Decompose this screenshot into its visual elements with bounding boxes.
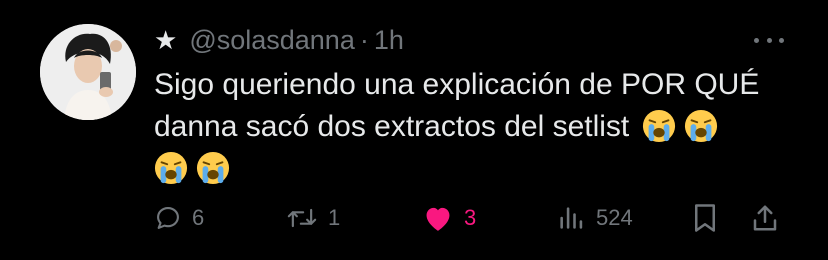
avatar[interactable] <box>40 24 136 120</box>
heart-filled-icon <box>426 207 450 231</box>
share-icon <box>753 205 777 231</box>
tweet-header: ★ @solasdanna · 1h <box>154 24 404 56</box>
view-count: 524 <box>596 205 633 230</box>
like-count: 3 <box>464 205 477 230</box>
crying-face-emoji-icon <box>154 151 188 185</box>
tweet-text: Sigo queriendo una explicación de POR QU… <box>154 64 794 190</box>
crying-face-emoji-icon <box>196 151 230 185</box>
more-dot-icon <box>779 37 784 43</box>
analytics-icon <box>560 207 583 229</box>
bookmark-button[interactable] <box>692 196 718 240</box>
avatar-image <box>40 24 136 120</box>
more-dot-icon <box>766 37 772 43</box>
separator: · <box>359 24 369 55</box>
retweet-count: 1 <box>328 205 341 230</box>
star-icon: ★ <box>154 24 178 55</box>
crying-face-emoji-icon <box>642 109 676 143</box>
retweet-button[interactable]: 1 <box>286 196 340 240</box>
tweet-actions: 6 1 3 524 <box>0 196 828 240</box>
like-button[interactable]: 3 <box>422 196 476 240</box>
tweet-text-line2: danna sacó dos extractos del setlist <box>154 110 630 143</box>
more-options-button[interactable] <box>754 30 784 50</box>
timestamp[interactable]: 1h <box>374 25 404 56</box>
share-button[interactable] <box>750 196 780 240</box>
username-handle[interactable]: @solasdanna <box>189 25 355 56</box>
crying-face-emoji-icon <box>684 109 718 143</box>
reply-button[interactable]: 6 <box>154 196 204 240</box>
views-button[interactable]: 524 <box>556 196 633 240</box>
more-dot-icon <box>754 37 759 43</box>
reply-count: 6 <box>192 205 205 230</box>
retweet-icon <box>287 208 317 228</box>
reply-icon <box>157 207 179 229</box>
bookmark-icon <box>695 204 715 232</box>
tweet-text-line1: Sigo queriendo una explicación de POR QU… <box>154 68 760 101</box>
